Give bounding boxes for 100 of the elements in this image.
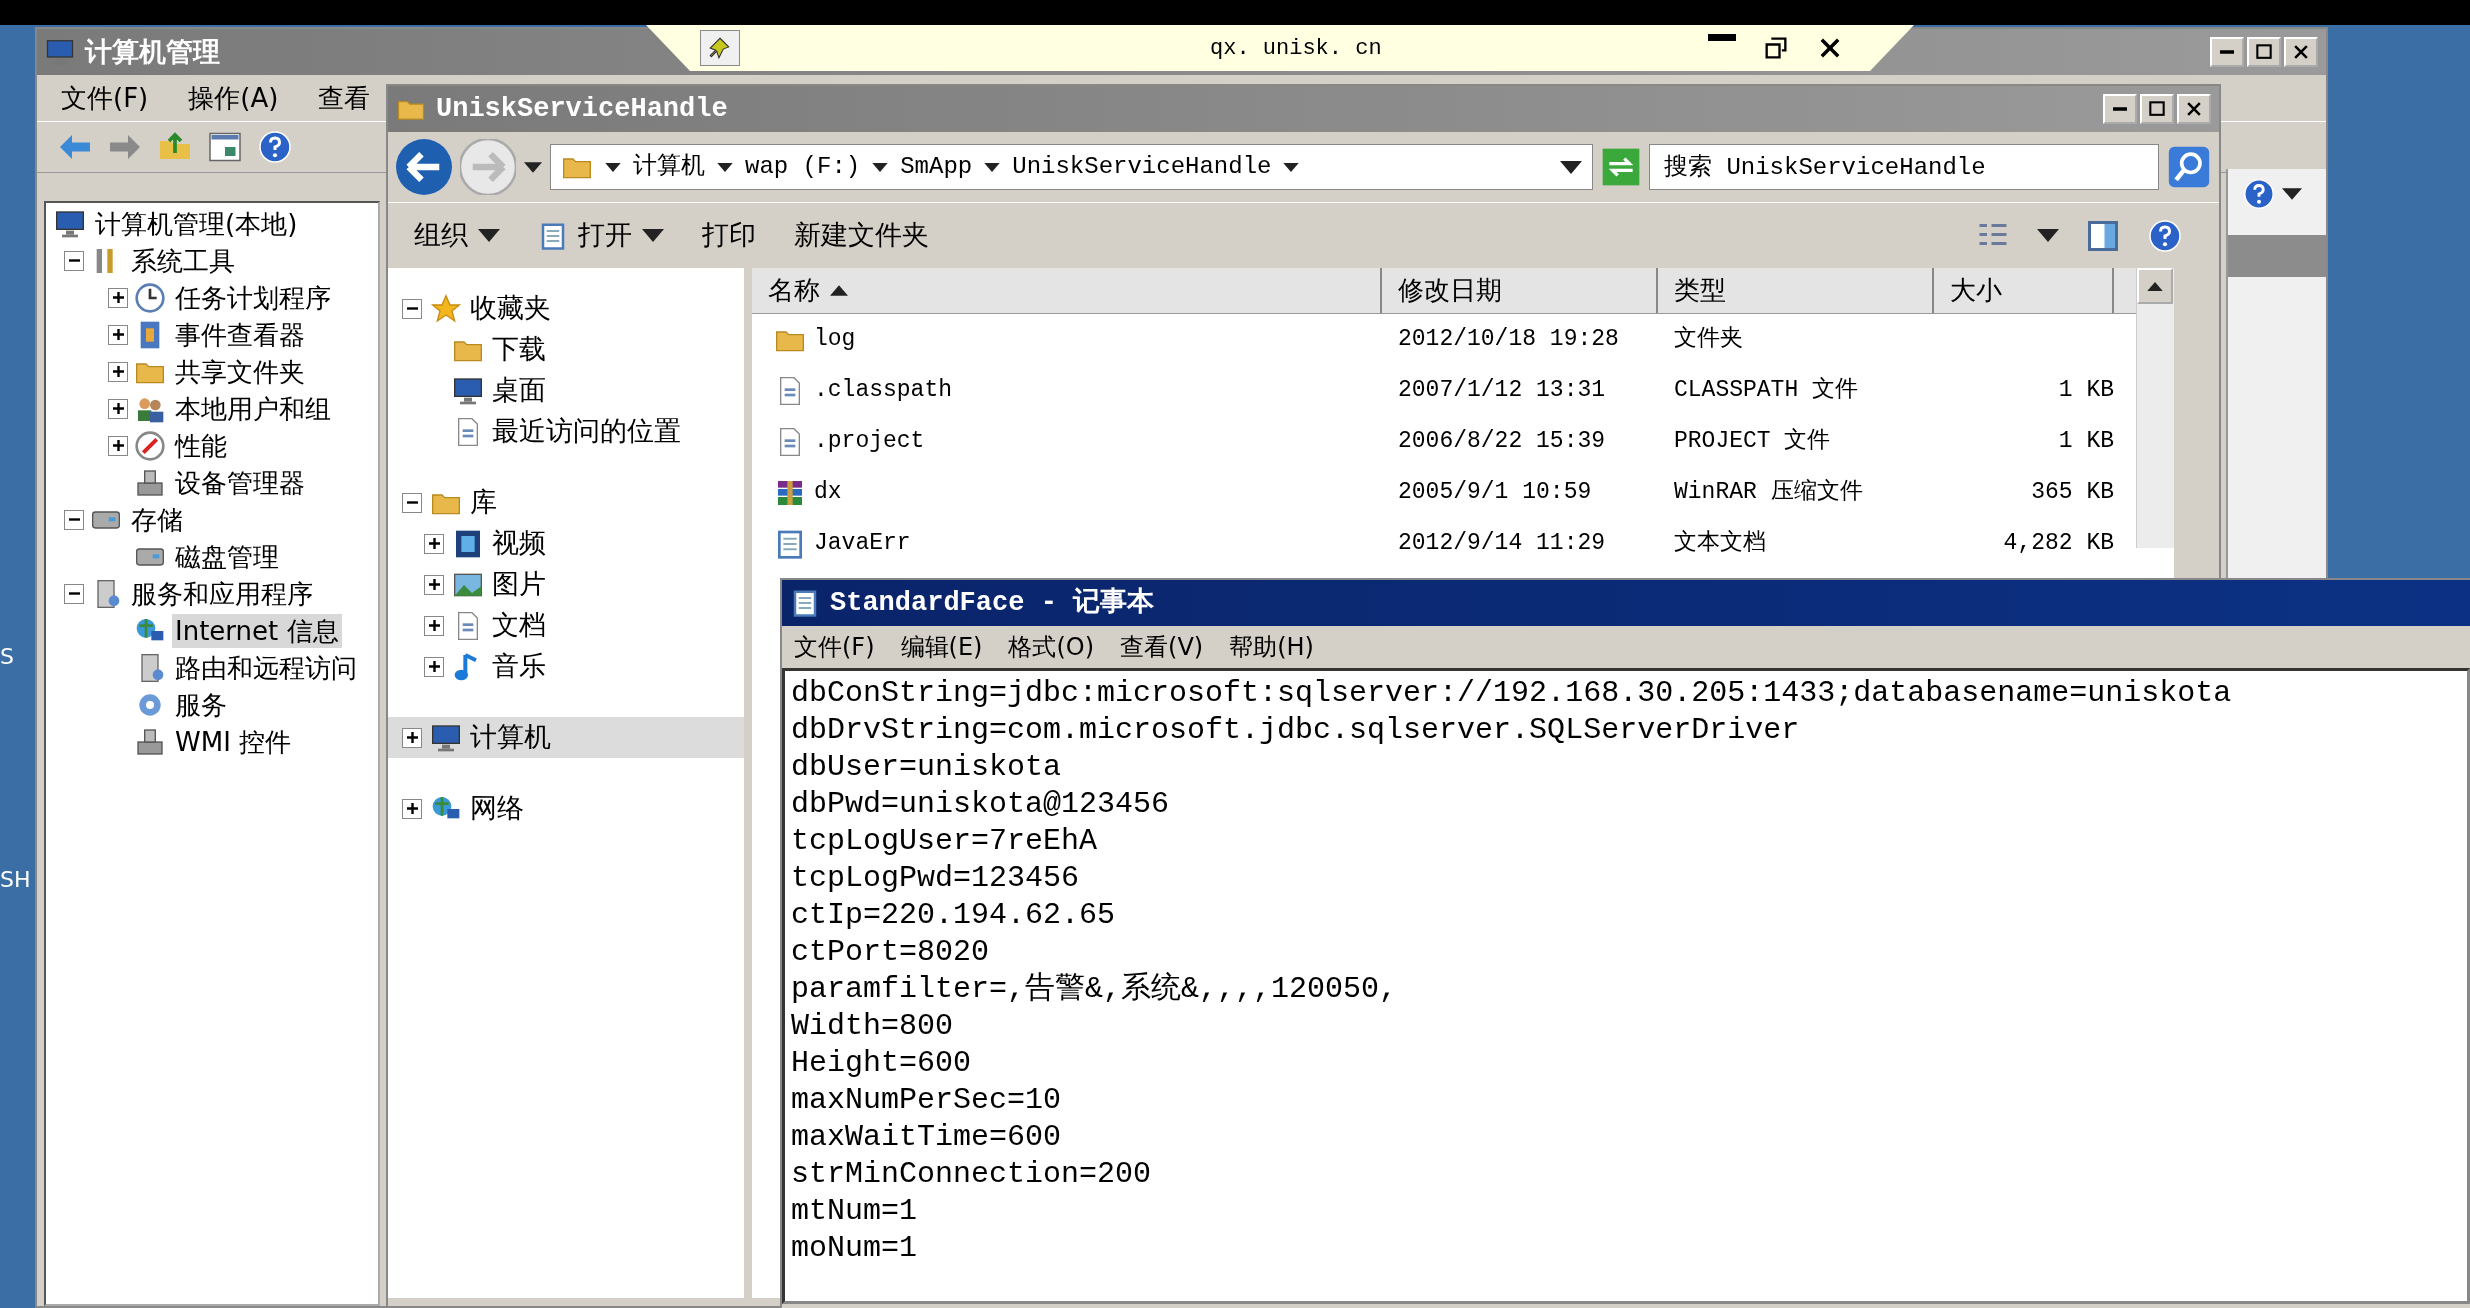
nav-item[interactable]: 桌面 — [492, 370, 546, 411]
text-area[interactable] — [782, 668, 2470, 1304]
menu-item[interactable]: 文件(F) — [794, 629, 875, 665]
plus-icon — [112, 440, 124, 451]
text-line: dbUser=uniskota — [791, 749, 1063, 786]
file-size: 1 KB — [2058, 377, 2114, 404]
maximize-button[interactable] — [2140, 94, 2174, 124]
star-icon — [430, 292, 462, 325]
help-icon[interactable] — [2242, 177, 2276, 211]
file-size: 4,282 KB — [2003, 530, 2114, 557]
file-date: 2012/9/14 11:29 — [1398, 530, 1606, 557]
tree-item[interactable]: 路由和远程访问 — [172, 650, 360, 685]
minimize-button[interactable] — [2103, 94, 2137, 124]
tree-item[interactable]: 服务 — [172, 687, 230, 722]
column-header[interactable]: 类型 — [1658, 268, 1934, 313]
menu-item[interactable]: 查看 — [318, 78, 371, 118]
minimize-button[interactable] — [2210, 37, 2244, 67]
tree-item[interactable]: 性能 — [172, 428, 230, 463]
expand-toggle[interactable] — [424, 656, 444, 677]
menu-item[interactable]: 查看(V) — [1120, 629, 1204, 665]
help-icon[interactable] — [2147, 217, 2183, 254]
expand-toggle[interactable] — [108, 287, 128, 308]
tree-item[interactable]: 计算机管理(本地) — [92, 206, 301, 241]
file-date: 2012/10/18 19:28 — [1398, 326, 1619, 353]
nav-item[interactable]: 文档 — [492, 605, 546, 646]
expand-toggle[interactable] — [108, 435, 128, 456]
expand-toggle[interactable] — [108, 398, 128, 419]
command-button[interactable]: 新建文件夹 — [788, 211, 935, 260]
caret-icon[interactable] — [2037, 229, 2059, 242]
text-line: mtNum=1 — [791, 1193, 919, 1230]
tree-item[interactable]: 共享文件夹 — [172, 354, 308, 389]
file-name[interactable]: dx — [814, 475, 842, 510]
tree-item[interactable]: 服务和应用程序 — [128, 576, 316, 611]
plus-icon — [428, 538, 440, 549]
file-date: 2006/8/22 15:39 — [1398, 428, 1606, 455]
command-button[interactable]: 打开 — [532, 211, 670, 260]
nav-item[interactable]: 视频 — [492, 523, 546, 564]
breadcrumb[interactable]: UniskServiceHandle — [1012, 149, 1272, 185]
nav-item[interactable]: 音乐 — [492, 646, 546, 687]
address-bar[interactable]: 计算机 wap (F:) SmApp UniskServiceHandle — [550, 144, 1593, 190]
expand-toggle[interactable] — [108, 324, 128, 345]
search-field[interactable]: 搜索 UniskServiceHandle — [1649, 144, 2159, 190]
scrollbar[interactable] — [2136, 268, 2174, 548]
caret-icon — [1283, 162, 1300, 172]
menu-item[interactable]: 文件(F) — [61, 78, 149, 118]
nav-item[interactable]: 最近访问的位置 — [492, 411, 681, 452]
close-button[interactable] — [2177, 94, 2211, 124]
text-line: Height=600 — [791, 1045, 973, 1082]
nav-item[interactable]: 下载 — [492, 329, 546, 370]
file-name[interactable]: .project — [814, 424, 925, 459]
maximize-button[interactable] — [2247, 37, 2281, 67]
tree-item[interactable]: 系统工具 — [128, 243, 238, 278]
command-button[interactable]: 组织 — [408, 211, 506, 260]
close-button[interactable] — [2284, 37, 2318, 67]
tree-item[interactable]: 本地用户和组 — [172, 391, 334, 426]
tree-item[interactable]: 存储 — [128, 502, 186, 537]
search-icon[interactable] — [2167, 145, 2211, 189]
nav-item[interactable]: 图片 — [492, 564, 546, 605]
expand-toggle[interactable] — [402, 727, 422, 748]
nav-item[interactable]: 库 — [470, 482, 497, 523]
nav-item[interactable]: 收藏夹 — [470, 288, 551, 329]
menu-item[interactable]: 帮助(H) — [1229, 629, 1314, 665]
file-name[interactable]: .classpath — [814, 373, 953, 408]
collapse-toggle[interactable] — [402, 492, 422, 513]
back-button[interactable] — [396, 139, 452, 195]
collapse-toggle[interactable] — [402, 298, 422, 319]
expand-toggle[interactable] — [402, 798, 422, 819]
tree-item[interactable]: 磁盘管理 — [172, 539, 282, 574]
breadcrumb[interactable]: 计算机 — [633, 149, 705, 185]
column-header[interactable]: 大小 — [1934, 268, 2114, 313]
file-size: 1 KB — [2058, 428, 2114, 455]
file-name[interactable]: JavaErr — [814, 526, 911, 561]
pin-button[interactable] — [700, 30, 740, 66]
tree-item[interactable]: WMI 控件 — [172, 724, 295, 759]
tree-item[interactable]: 事件查看器 — [172, 317, 308, 352]
collapse-toggle[interactable] — [64, 250, 84, 271]
command-button[interactable]: 打印 — [696, 211, 762, 260]
breadcrumb[interactable]: SmApp — [900, 149, 973, 185]
forward-icon — [460, 139, 516, 195]
tree-item[interactable]: 任务计划程序 — [172, 280, 334, 315]
expand-toggle[interactable] — [424, 615, 444, 636]
help-icon[interactable] — [257, 129, 293, 165]
file-name[interactable]: log — [814, 322, 856, 357]
column-header[interactable]: 名称 — [752, 268, 1382, 313]
collapse-toggle[interactable] — [64, 583, 84, 604]
tree-item[interactable]: Internet 信息 — [172, 613, 342, 648]
tree-item[interactable]: 设备管理器 — [172, 465, 308, 500]
nav-item[interactable]: 网络 — [470, 788, 524, 829]
menu-item[interactable]: 操作(A) — [188, 78, 279, 118]
refresh-icon[interactable] — [1601, 147, 1641, 187]
expand-toggle[interactable] — [424, 574, 444, 595]
breadcrumb[interactable]: wap (F:) — [745, 149, 861, 185]
maximize-icon — [2147, 99, 2167, 119]
window-title: StandardFace - 记事本 — [830, 586, 1155, 620]
menu-item[interactable]: 格式(O) — [1008, 629, 1095, 665]
menu-item[interactable]: 编辑(E) — [900, 629, 983, 665]
expand-toggle[interactable] — [424, 533, 444, 554]
column-header[interactable]: 修改日期 — [1382, 268, 1658, 313]
expand-toggle[interactable] — [108, 361, 128, 382]
collapse-toggle[interactable] — [64, 509, 84, 530]
